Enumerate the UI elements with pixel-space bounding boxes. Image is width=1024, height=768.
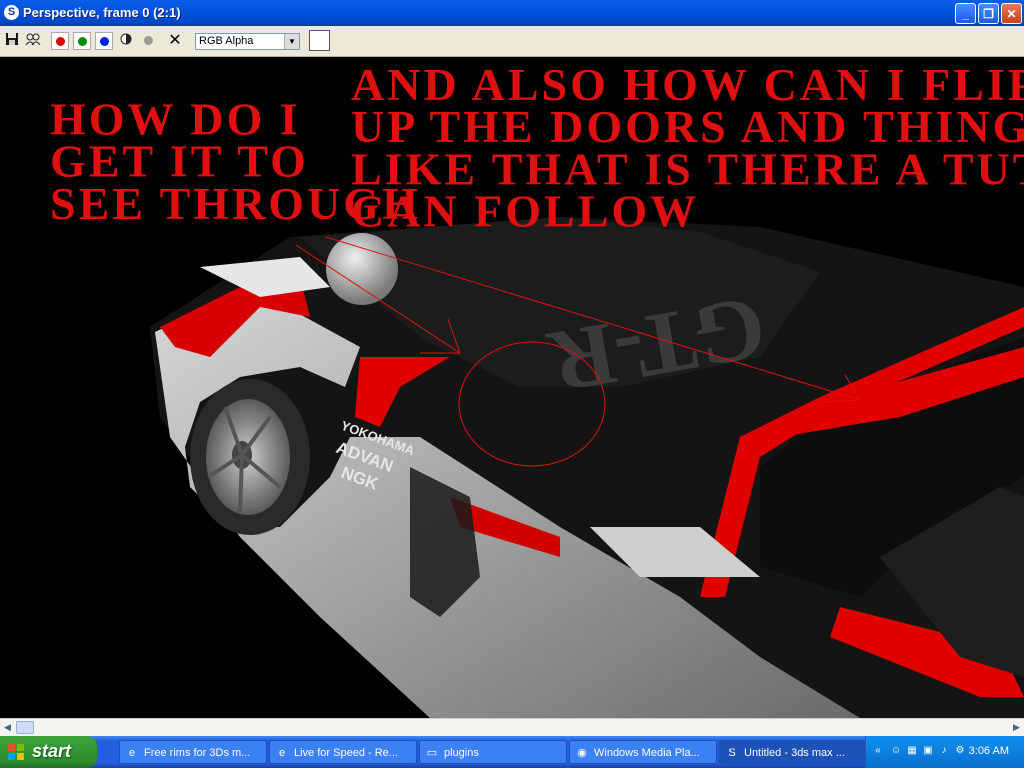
clone-icon[interactable] bbox=[24, 32, 42, 50]
blue-channel-toggle[interactable] bbox=[95, 32, 113, 50]
taskbar: start e Free rims for 3Ds m... e Live fo… bbox=[0, 736, 1024, 768]
start-label: start bbox=[32, 741, 72, 761]
clear-icon[interactable]: ✕ bbox=[166, 32, 184, 50]
chevron-down-icon[interactable]: ▼ bbox=[284, 34, 299, 49]
folder-icon: ▭ bbox=[426, 747, 438, 759]
green-channel-toggle[interactable] bbox=[73, 32, 91, 50]
taskbar-clock: 3:06 AM bbox=[968, 745, 1009, 757]
window-titlebar[interactable]: S Perspective, frame 0 (2:1) _ ❐ ✕ bbox=[0, 0, 1024, 26]
color-swatch[interactable] bbox=[309, 30, 330, 51]
mono-icon[interactable] bbox=[139, 32, 157, 50]
messenger-icon[interactable]: ☺ bbox=[890, 745, 902, 757]
scroll-thumb[interactable] bbox=[16, 721, 34, 734]
ie-icon: e bbox=[128, 747, 136, 759]
taskbar-item-live-for-speed[interactable]: e Live for Speed - Re... bbox=[269, 740, 417, 764]
right-annotation: AND ALSO HOW CAN I FLIP UP THE DOORS AND… bbox=[351, 59, 1024, 237]
security-icon[interactable]: ▣ bbox=[922, 745, 934, 757]
volume-icon[interactable]: ♪ bbox=[938, 745, 950, 757]
3ds-max-icon: S bbox=[728, 747, 736, 759]
maximize-button[interactable]: ❐ bbox=[978, 3, 999, 24]
red-channel-toggle[interactable] bbox=[51, 32, 69, 50]
channel-select-value: RGB Alpha bbox=[199, 35, 254, 47]
windows-flag-icon bbox=[8, 744, 24, 760]
3ds-max-icon: S bbox=[4, 5, 19, 20]
taskbar-item-free-rims[interactable]: e Free rims for 3Ds m... bbox=[119, 740, 267, 764]
frame-buffer-toolbar: ✕ RGB Alpha ▼ bbox=[0, 26, 1024, 57]
taskbar-item-plugins[interactable]: ▭ plugins bbox=[419, 740, 567, 764]
minimize-button[interactable]: _ bbox=[955, 3, 976, 24]
start-button[interactable]: start bbox=[0, 736, 97, 768]
chevron-left-icon[interactable]: « bbox=[872, 745, 884, 757]
render-viewport: GT-R YOKOHAMA ADVAN NGK HOW DO I GET IT … bbox=[0, 57, 1024, 718]
window-title: Perspective, frame 0 (2:1) bbox=[23, 5, 181, 20]
system-tray: « ☺ ▦ ▣ ♪ ⚙ 3:06 AM bbox=[865, 736, 1024, 768]
media-player-icon: ◉ bbox=[577, 747, 587, 759]
save-icon[interactable] bbox=[3, 32, 21, 50]
ie-icon: e bbox=[278, 747, 286, 759]
horizontal-scrollbar[interactable]: ◀ ▶ bbox=[0, 718, 1024, 736]
channel-select[interactable]: RGB Alpha ▼ bbox=[195, 33, 300, 50]
network-icon[interactable]: ▦ bbox=[906, 745, 918, 757]
scroll-right-icon[interactable]: ▶ bbox=[1009, 720, 1024, 735]
settings-icon[interactable]: ⚙ bbox=[954, 745, 966, 757]
close-button[interactable]: ✕ bbox=[1001, 3, 1022, 24]
scroll-left-icon[interactable]: ◀ bbox=[0, 720, 15, 735]
alpha-icon[interactable] bbox=[117, 32, 135, 50]
taskbar-item-media-player[interactable]: ◉ Windows Media Pla... bbox=[569, 740, 717, 764]
taskbar-item-3ds-max[interactable]: S Untitled - 3ds max ... bbox=[719, 740, 867, 764]
